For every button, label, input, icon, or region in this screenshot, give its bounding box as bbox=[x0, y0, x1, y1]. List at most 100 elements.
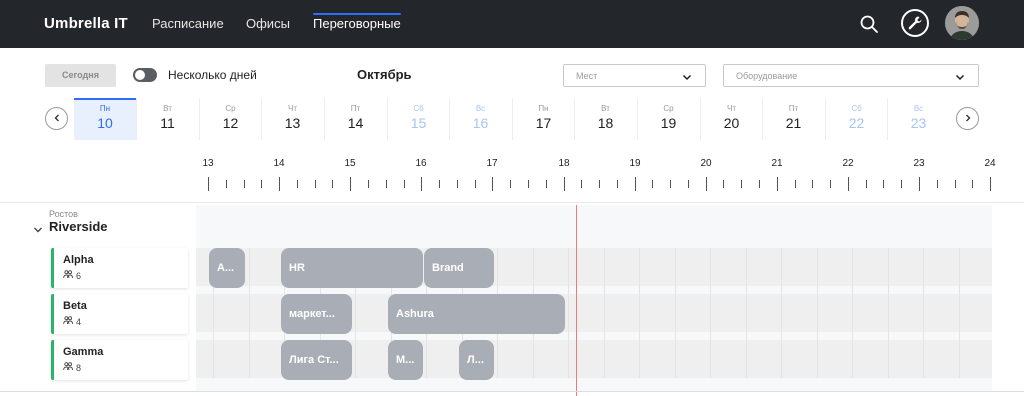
nav-offices[interactable]: Офисы bbox=[246, 16, 290, 31]
quarter-tick bbox=[652, 180, 653, 188]
hour-tick bbox=[564, 177, 565, 191]
user-avatar[interactable] bbox=[945, 6, 979, 40]
day-number: 14 bbox=[347, 115, 364, 131]
quarter-tick bbox=[404, 180, 405, 188]
hour-tick bbox=[990, 177, 991, 191]
quarter-tick bbox=[759, 180, 760, 188]
day-cell[interactable]: Пн 17 bbox=[512, 98, 574, 140]
day-cell-weekend[interactable]: Вс 16 bbox=[449, 98, 511, 140]
event-block[interactable]: маркет... bbox=[281, 294, 352, 334]
hour-label: 20 bbox=[700, 158, 712, 169]
grid-line bbox=[604, 248, 605, 378]
day-cell-weekend[interactable]: Сб 22 bbox=[825, 98, 887, 140]
quarter-tick bbox=[244, 180, 245, 188]
prev-days-button[interactable] bbox=[45, 107, 68, 130]
quarter-tick bbox=[581, 180, 582, 188]
hour-label: 13 bbox=[202, 158, 214, 169]
quarter-tick bbox=[617, 180, 618, 188]
day-of-week: Сб bbox=[413, 104, 424, 113]
room-name: Alpha bbox=[63, 254, 94, 266]
hour-label: 15 bbox=[344, 158, 356, 169]
quarter-tick bbox=[812, 180, 813, 188]
grid-line bbox=[746, 248, 747, 378]
places-select[interactable]: Мест bbox=[563, 64, 706, 87]
day-cell-weekend[interactable]: Вс 23 bbox=[887, 98, 949, 140]
top-navigation-bar: Umbrella IT Расписание Офисы Переговорны… bbox=[0, 0, 1024, 48]
quarter-tick bbox=[368, 180, 369, 188]
chevron-down-icon bbox=[954, 70, 966, 82]
day-cell[interactable]: Вт 11 bbox=[136, 98, 198, 140]
equipment-select[interactable]: Оборудование bbox=[723, 64, 979, 87]
event-block[interactable]: A... bbox=[209, 248, 245, 288]
room-capacity: 8 bbox=[63, 362, 81, 373]
room-card-gamma[interactable]: Gamma 8 bbox=[51, 340, 188, 380]
chevron-right-icon bbox=[963, 110, 973, 128]
grid-line bbox=[781, 248, 782, 378]
event-block[interactable]: Brand bbox=[424, 248, 494, 288]
day-number: 15 bbox=[410, 115, 427, 131]
day-cell-weekend[interactable]: Сб 15 bbox=[387, 98, 449, 140]
day-number: 12 bbox=[222, 115, 239, 131]
day-cell[interactable]: Ср 12 bbox=[199, 98, 261, 140]
day-cell-selected[interactable]: Пн 10 bbox=[74, 98, 136, 140]
quarter-tick bbox=[297, 180, 298, 188]
day-of-week: Сб bbox=[851, 104, 862, 113]
day-number: 10 bbox=[97, 115, 113, 131]
day-of-week: Чт bbox=[288, 104, 297, 113]
multi-day-toggle[interactable] bbox=[133, 68, 157, 82]
day-cell[interactable]: Ср 19 bbox=[637, 98, 699, 140]
day-cell[interactable]: Пт 14 bbox=[324, 98, 386, 140]
day-cell[interactable]: Чт 20 bbox=[700, 98, 762, 140]
quarter-tick bbox=[883, 180, 884, 188]
chevron-down-icon[interactable] bbox=[33, 222, 43, 233]
event-block[interactable]: Л... bbox=[459, 340, 494, 380]
hour-label: 23 bbox=[913, 158, 925, 169]
office-name[interactable]: Riverside bbox=[49, 219, 108, 234]
event-block[interactable]: Лига Ст... bbox=[281, 340, 352, 380]
nav-meeting-rooms[interactable]: Переговорные bbox=[313, 13, 401, 31]
hour-label: 19 bbox=[629, 158, 641, 169]
day-cell[interactable]: Чт 13 bbox=[261, 98, 323, 140]
grid-line bbox=[852, 248, 853, 378]
capacity-value: 4 bbox=[76, 316, 82, 327]
wrench-icon[interactable] bbox=[901, 9, 929, 37]
room-capacity: 6 bbox=[63, 270, 81, 281]
room-card-beta[interactable]: Beta 4 bbox=[51, 294, 188, 334]
quarter-tick bbox=[723, 180, 724, 188]
quarter-tick bbox=[546, 180, 547, 188]
room-card-alpha[interactable]: Alpha 6 bbox=[51, 248, 188, 288]
hour-tick bbox=[492, 177, 493, 191]
day-of-week: Пт bbox=[350, 104, 361, 113]
day-cell[interactable]: Пт 21 bbox=[762, 98, 824, 140]
quarter-tick bbox=[795, 180, 796, 188]
hour-tick bbox=[279, 177, 280, 191]
day-cell[interactable]: Вт 18 bbox=[574, 98, 636, 140]
multi-day-label: Несколько дней bbox=[168, 68, 257, 82]
grid-line bbox=[639, 248, 640, 378]
hour-label: 16 bbox=[415, 158, 427, 169]
hour-tick bbox=[421, 177, 422, 191]
hour-label: 21 bbox=[771, 158, 783, 169]
search-icon[interactable] bbox=[858, 13, 880, 35]
chevron-down-icon bbox=[681, 70, 693, 82]
next-days-button[interactable] bbox=[956, 107, 979, 130]
day-number: 16 bbox=[472, 115, 489, 131]
event-block[interactable]: HR bbox=[281, 248, 423, 288]
app-logo[interactable]: Umbrella IT bbox=[44, 15, 128, 32]
current-time-indicator bbox=[576, 205, 577, 396]
chevron-left-icon bbox=[52, 110, 62, 128]
people-icon bbox=[63, 362, 73, 373]
today-button[interactable]: Сегодня bbox=[45, 64, 116, 87]
divider bbox=[0, 391, 1024, 392]
event-block[interactable]: М... bbox=[388, 340, 423, 380]
day-number: 17 bbox=[535, 115, 552, 131]
quarter-tick bbox=[688, 180, 689, 188]
day-of-week: Ср bbox=[225, 104, 236, 113]
quarter-tick bbox=[937, 180, 938, 188]
day-of-week: Ср bbox=[663, 104, 674, 113]
quarter-tick bbox=[315, 180, 316, 188]
nav-schedule[interactable]: Расписание bbox=[152, 16, 224, 31]
quarter-tick bbox=[955, 180, 956, 188]
grid-line bbox=[710, 248, 711, 378]
event-block[interactable]: Ashura bbox=[388, 294, 565, 334]
